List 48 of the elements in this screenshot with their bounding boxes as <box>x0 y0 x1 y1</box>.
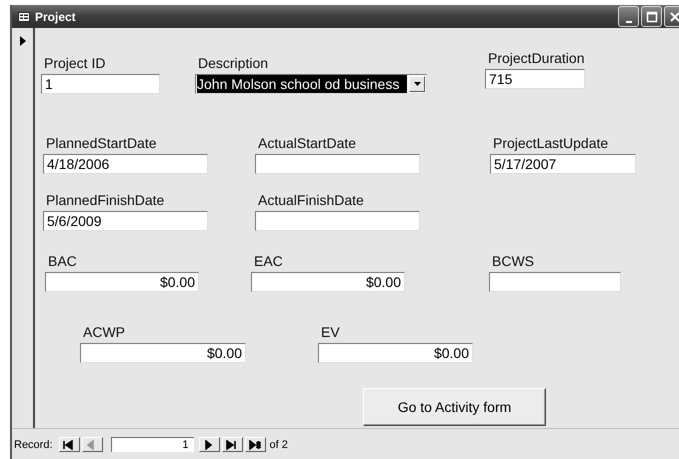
field-label: PlannedStartDate <box>45 135 158 151</box>
input-field[interactable]: 4/18/2006 <box>43 154 208 174</box>
field-label: PlannedFinishDate <box>45 192 166 208</box>
field-label: ActualStartDate <box>257 135 358 151</box>
input-field[interactable]: 1 <box>41 74 160 94</box>
arrow-icon <box>18 35 26 47</box>
field-label: Description <box>197 55 270 71</box>
dropdown-button[interactable] <box>409 76 425 92</box>
field-label: BAC <box>47 253 78 269</box>
field-label: EAC <box>253 253 284 269</box>
input-field[interactable]: 5/6/2009 <box>43 211 208 231</box>
input-field[interactable]: $0.00 <box>318 343 473 363</box>
input-field[interactable]: $0.00 <box>251 272 405 292</box>
input-field[interactable] <box>489 272 621 292</box>
new-record-icon <box>248 440 262 450</box>
record-number-field[interactable]: 1 <box>110 437 194 452</box>
record-label: Record: <box>14 438 53 450</box>
combo-box[interactable]: John Molson school od business <box>195 74 427 94</box>
maximize-icon <box>646 10 658 22</box>
form-icon <box>18 12 30 22</box>
input-field[interactable] <box>255 154 420 174</box>
input-field[interactable]: 5/17/2007 <box>490 154 636 174</box>
input-field[interactable]: 715 <box>485 69 585 89</box>
close-icon <box>668 10 679 22</box>
window-title: Project <box>35 10 76 24</box>
input-field[interactable] <box>255 211 420 231</box>
field-label: ProjectDuration <box>487 50 585 66</box>
first-record-button[interactable] <box>58 437 80 452</box>
minimize-icon <box>626 20 632 22</box>
last-record-button[interactable] <box>222 437 243 452</box>
last-icon <box>226 440 239 450</box>
caret-icon <box>414 82 420 86</box>
close-button[interactable] <box>664 6 679 27</box>
activity-form-button[interactable]: Go to Activity form <box>363 388 546 426</box>
first-icon <box>62 440 76 450</box>
field-label: ActualFinishDate <box>257 192 365 208</box>
new-record-button[interactable] <box>244 437 266 452</box>
field-label: ACWP <box>82 324 126 340</box>
field-label: EV <box>320 324 341 340</box>
minimize-button[interactable] <box>618 6 639 27</box>
maximize-button[interactable] <box>641 6 662 27</box>
next-record-button[interactable] <box>198 437 220 452</box>
field-label: Project ID <box>43 55 106 71</box>
input-field[interactable]: $0.00 <box>80 343 246 363</box>
record-count: of 2 <box>270 438 288 450</box>
field-label: ProjectLastUpdate <box>492 135 610 151</box>
input-field[interactable]: $0.00 <box>45 272 199 292</box>
field-label: BCWS <box>491 253 535 269</box>
